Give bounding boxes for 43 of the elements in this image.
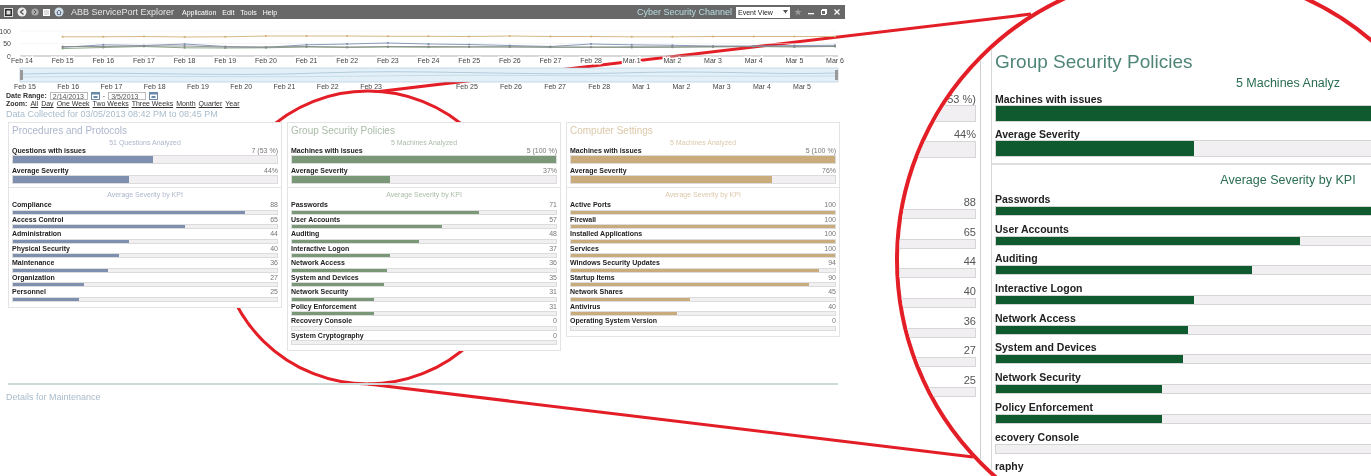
metric-value: 44 xyxy=(962,255,977,268)
kpi-label: Network Security xyxy=(995,371,1082,384)
panel-title: Group Security Policies xyxy=(995,50,1194,74)
kpi-label: Policy Enforcement xyxy=(995,400,1095,413)
kpi-label: ecovery Console xyxy=(995,430,1081,443)
window-icon[interactable] xyxy=(43,8,50,16)
panel-title: Computer Settings xyxy=(570,125,654,137)
back-icon[interactable] xyxy=(17,7,27,17)
kpi-label: User Accounts xyxy=(995,222,1070,235)
metric-value: 44% xyxy=(952,128,977,140)
calendar-icon[interactable] xyxy=(149,92,159,100)
metric-value: 27 xyxy=(962,344,977,357)
panel-subtitle: 5 Machines Analyz xyxy=(1234,76,1342,91)
channel-title: Cyber Security Channel xyxy=(636,6,732,18)
close-button[interactable] xyxy=(832,7,841,17)
close-icon xyxy=(833,9,840,15)
kpi-label: Passwords xyxy=(995,193,1052,205)
metric-label: Average Severity xyxy=(995,128,1081,140)
metric-value: 65 xyxy=(962,225,977,238)
home-icon[interactable] xyxy=(54,7,64,17)
restore-icon xyxy=(820,9,827,15)
metric-value: 40 xyxy=(962,285,977,298)
kpi-label: Auditing xyxy=(995,252,1039,265)
panel-title: Group Security Policies xyxy=(291,125,396,137)
caret-icon xyxy=(783,10,788,14)
kpi-label: Interactive Logon xyxy=(995,282,1084,295)
app-icon[interactable] xyxy=(4,7,13,17)
kpi-label: System and Devices xyxy=(995,341,1098,354)
panel-title: Procedures and Protocols xyxy=(12,125,129,137)
collection-heading: Data Collected for 03/05/2013 08:42 PM to 08:45 PM xyxy=(6,109,219,120)
kpi-label: raphy xyxy=(995,460,1025,473)
metric-value: 88 xyxy=(962,196,977,208)
metric-value: 25 xyxy=(962,374,977,387)
restore-button[interactable] xyxy=(819,7,828,17)
star-icon[interactable] xyxy=(794,8,802,16)
app-title: ABB ServicePort Explorer xyxy=(71,6,175,18)
forward-icon[interactable] xyxy=(31,8,39,16)
metric-label: Machines with issues xyxy=(995,93,1104,105)
calendar-icon[interactable] xyxy=(90,92,100,100)
metric-value: 36 xyxy=(962,314,977,327)
section-heading: Details for Maintenance xyxy=(6,392,102,403)
kpi-label: Network Access xyxy=(995,311,1077,324)
section-heading: Average Severity by KPI xyxy=(1219,173,1357,188)
